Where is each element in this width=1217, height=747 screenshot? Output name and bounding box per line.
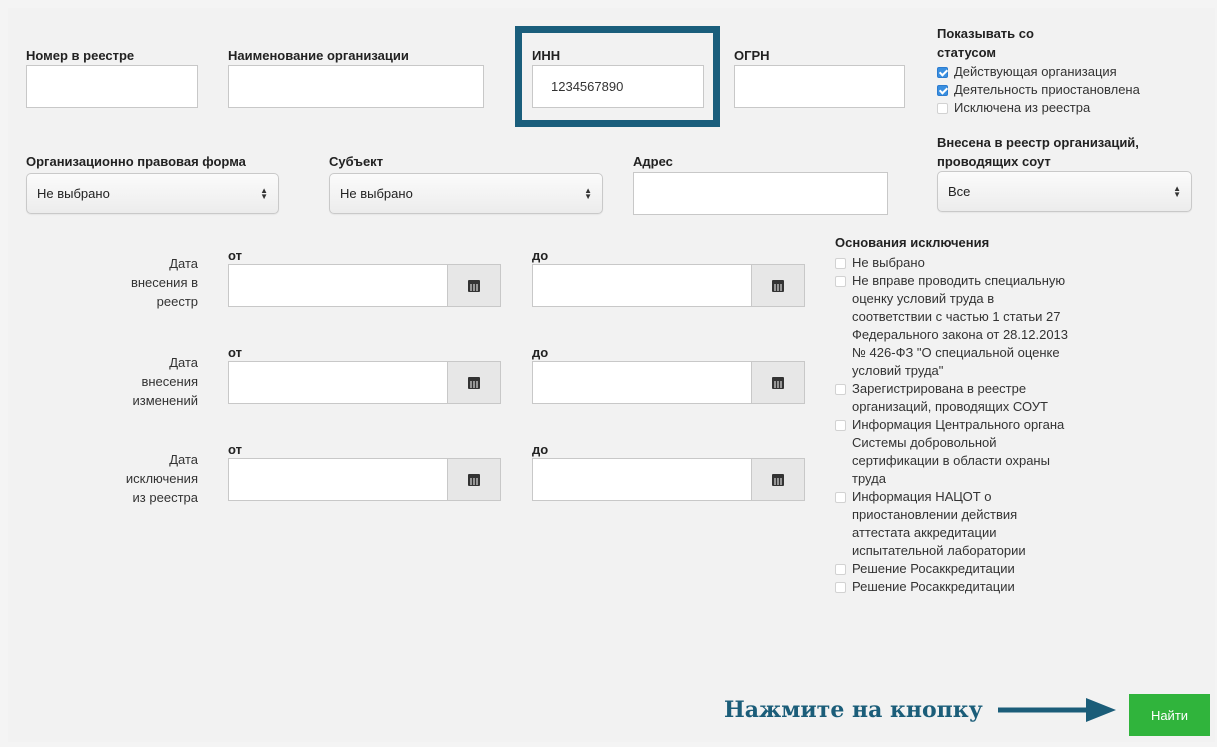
calendar-icon [468,473,480,486]
checkbox-checked-icon[interactable] [937,67,948,78]
calendar-button[interactable] [447,264,501,307]
calendar-icon [468,376,480,389]
date-added-from-label: от [228,248,242,263]
date-changed-to-picker [532,361,805,404]
address-label: Адрес [633,154,673,169]
search-form: Номер в реестре Наименование организации… [8,8,1215,742]
date-changed-from-input[interactable] [228,361,447,404]
ogrn-label: ОГРН [734,48,770,63]
reg-number-input[interactable] [26,65,198,108]
checkbox-icon[interactable] [835,564,846,575]
address-input[interactable] [633,172,888,215]
date-changed-from-label: от [228,345,242,360]
arrow-right-icon [998,698,1116,722]
checkbox-checked-icon[interactable] [937,85,948,96]
inn-input[interactable]: 1234567890 [532,65,704,108]
select-arrows-icon: ▲ ▼ [260,185,268,201]
date-added-to-input[interactable] [532,264,751,307]
calendar-button[interactable] [751,264,805,307]
date-added-from-input[interactable] [228,264,447,307]
find-button[interactable]: Найти [1129,694,1210,736]
exclusion-option-registered[interactable]: Зарегистрирована в реестре организаций, … [835,380,1195,416]
checkbox-icon[interactable] [835,492,846,503]
checkbox-icon[interactable] [835,384,846,395]
date-excluded-to-picker [532,458,805,501]
date-changed-to-input[interactable] [532,361,751,404]
date-added-to-picker [532,264,805,307]
calendar-button[interactable] [751,361,805,404]
exclusion-option-not-allowed[interactable]: Не вправе проводить специальную оценку у… [835,272,1195,380]
legal-form-select[interactable]: Не выбрано ▲ ▼ [26,173,279,214]
exclusion-options: Не выбрано Не вправе проводить специальн… [835,254,1195,596]
calendar-button[interactable] [751,458,805,501]
exclusion-option-rosaccreditation-2[interactable]: Решение Росаккредитации [835,578,1195,596]
exclusion-option-none[interactable]: Не выбрано [835,254,1195,272]
select-arrows-icon: ▲ ▼ [584,185,592,201]
date-excluded-from-input[interactable] [228,458,447,501]
calendar-button[interactable] [447,361,501,404]
date-changed-from-picker [228,361,501,404]
checkbox-icon[interactable] [835,276,846,287]
status-option-suspended[interactable]: Деятельность приостановлена [937,81,1140,99]
status-option-excluded[interactable]: Исключена из реестра [937,99,1140,117]
calendar-button[interactable] [447,458,501,501]
date-added-label: Дата внесения в реестр [130,256,198,309]
exclusion-option-central-body[interactable]: Информация Центрального органа Системы д… [835,416,1195,488]
exclusion-title: Основания исключения [835,235,990,250]
sout-registry-label: Внесена в реестр организаций, проводящих… [937,135,1139,169]
date-excluded-from-picker [228,458,501,501]
calendar-icon [772,376,784,389]
status-option-active[interactable]: Действующая организация [937,63,1140,81]
checkbox-icon[interactable] [835,582,846,593]
subject-label: Субъект [329,154,384,169]
date-excluded-from-label: от [228,442,242,457]
calendar-icon [772,473,784,486]
date-added-from-picker [228,264,501,307]
select-arrows-icon: ▲ ▼ [1173,183,1181,199]
checkbox-icon[interactable] [835,258,846,269]
status-title: Показывать со статусом [937,26,1034,60]
legal-form-label: Организационно правовая форма [26,154,246,169]
date-excluded-to-label: до [532,442,549,457]
calendar-icon [772,279,784,292]
checkbox-icon[interactable] [937,103,948,114]
org-name-label: Наименование организации [228,48,409,63]
inn-label: ИНН [532,48,561,63]
status-options: Действующая организация Деятельность при… [937,63,1140,117]
date-added-to-label: до [532,248,549,263]
reg-number-label: Номер в реестре [26,48,135,63]
press-button-hint: Нажмите на кнопку [724,697,983,723]
sout-registry-select[interactable]: Все ▲ ▼ [937,171,1192,212]
date-changed-to-label: до [532,345,549,360]
exclusion-option-natsot[interactable]: Информация НАЦОТ о приостановлении дейст… [835,488,1195,560]
exclusion-option-rosaccreditation-1[interactable]: Решение Росаккредитации [835,560,1195,578]
date-changed-label: Дата внесения изменений [132,355,198,408]
ogrn-input[interactable] [734,65,905,108]
checkbox-icon[interactable] [835,420,846,431]
subject-select[interactable]: Не выбрано ▲ ▼ [329,173,603,214]
date-excluded-label: Дата исключения из реестра [125,452,198,505]
date-excluded-to-input[interactable] [532,458,751,501]
calendar-icon [468,279,480,292]
org-name-input[interactable] [228,65,484,108]
